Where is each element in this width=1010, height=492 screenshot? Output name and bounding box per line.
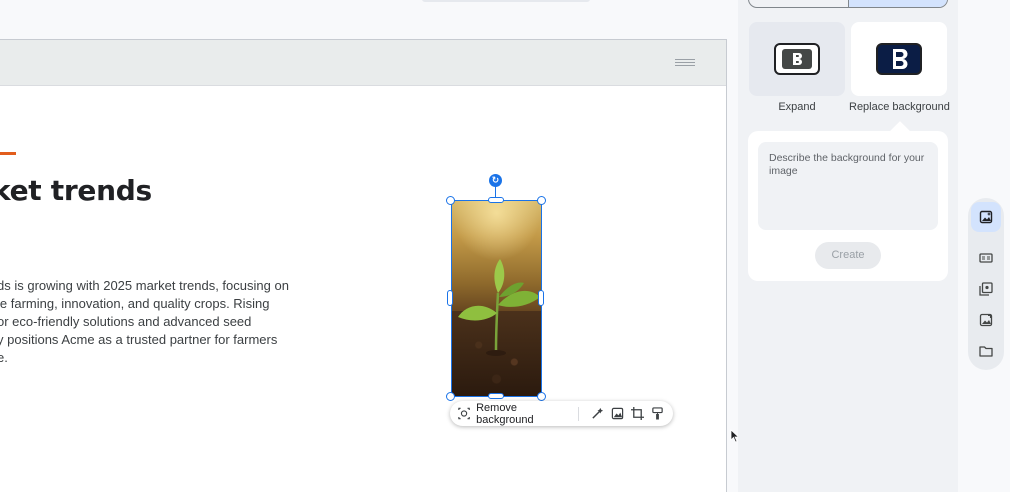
rail-image-gallery-button[interactable]: [971, 274, 1001, 304]
slide-title[interactable]: ket trends: [0, 174, 152, 207]
generative-side-panel: Expand Replace background Describe the b…: [738, 0, 958, 492]
format-paint-icon[interactable]: [649, 405, 665, 422]
replace-background-mode-card[interactable]: [851, 22, 947, 96]
remove-background-icon: [458, 407, 470, 420]
resize-handle-right[interactable]: [538, 290, 544, 306]
sprout-illustration: [458, 259, 540, 356]
body-line: le farming, innovation, and quality crop…: [0, 296, 270, 311]
body-line: ds is growing with 2025 market trends, f…: [0, 278, 289, 293]
expand-mode-card[interactable]: [749, 22, 845, 96]
rail-text-card-button[interactable]: [971, 243, 1001, 273]
resize-handle-br[interactable]: [537, 392, 546, 401]
segment-left[interactable]: [749, 0, 848, 7]
rail-image-generate-button[interactable]: [971, 202, 1001, 232]
text-card-icon: [979, 253, 993, 263]
magic-wand-icon[interactable]: [590, 405, 606, 422]
resize-handle-bl[interactable]: [446, 392, 455, 401]
body-line: y positions Acme as a trusted partner fo…: [0, 332, 278, 347]
image-settings-icon[interactable]: [609, 405, 625, 422]
crop-icon[interactable]: [629, 405, 645, 422]
rail-image-edit-button[interactable]: [971, 305, 1001, 335]
body-line: or eco-friendly solutions and advanced s…: [0, 314, 252, 329]
selected-image[interactable]: [451, 200, 542, 397]
image-edit-icon: [979, 313, 993, 327]
image-floating-toolbar: Remove background: [450, 401, 673, 426]
resize-handle-top[interactable]: [488, 197, 504, 203]
rotate-icon[interactable]: ↻: [489, 174, 502, 187]
mode-segmented-control[interactable]: [748, 0, 948, 8]
expand-mode-label: Expand: [778, 101, 816, 113]
side-rail: [968, 198, 1004, 370]
resize-handle-left[interactable]: [447, 290, 453, 306]
body-line: e.: [0, 350, 8, 365]
expand-image-icon: [774, 43, 820, 75]
top-toolbar-area: [0, 0, 736, 40]
rail-folder-button[interactable]: [971, 336, 1001, 366]
replace-background-icon: [876, 43, 922, 75]
segment-right[interactable]: [847, 0, 947, 7]
background-description-input[interactable]: Describe the background for your image: [758, 142, 938, 230]
image-generate-icon: [979, 210, 993, 224]
replace-background-mode-label: Replace background: [849, 101, 950, 113]
resize-handle-bottom[interactable]: [488, 393, 504, 399]
slide-body-text[interactable]: ds is growing with 2025 market trends, f…: [0, 277, 297, 367]
image-gallery-icon: [979, 282, 993, 296]
prompt-card: Describe the background for your image C…: [748, 131, 948, 281]
toolbar-divider: [577, 406, 579, 421]
create-button[interactable]: Create: [815, 242, 881, 269]
menu-lines-icon: [675, 59, 695, 68]
remove-background-label: Remove background: [476, 401, 534, 426]
title-accent-bar: [0, 152, 16, 155]
toolbar-edge: [422, 0, 590, 2]
slide-header-band: [0, 40, 726, 86]
remove-background-button[interactable]: Remove background: [458, 402, 571, 426]
resize-handle-tr[interactable]: [537, 196, 546, 205]
resize-handle-tl[interactable]: [446, 196, 455, 205]
folder-icon: [979, 346, 993, 357]
